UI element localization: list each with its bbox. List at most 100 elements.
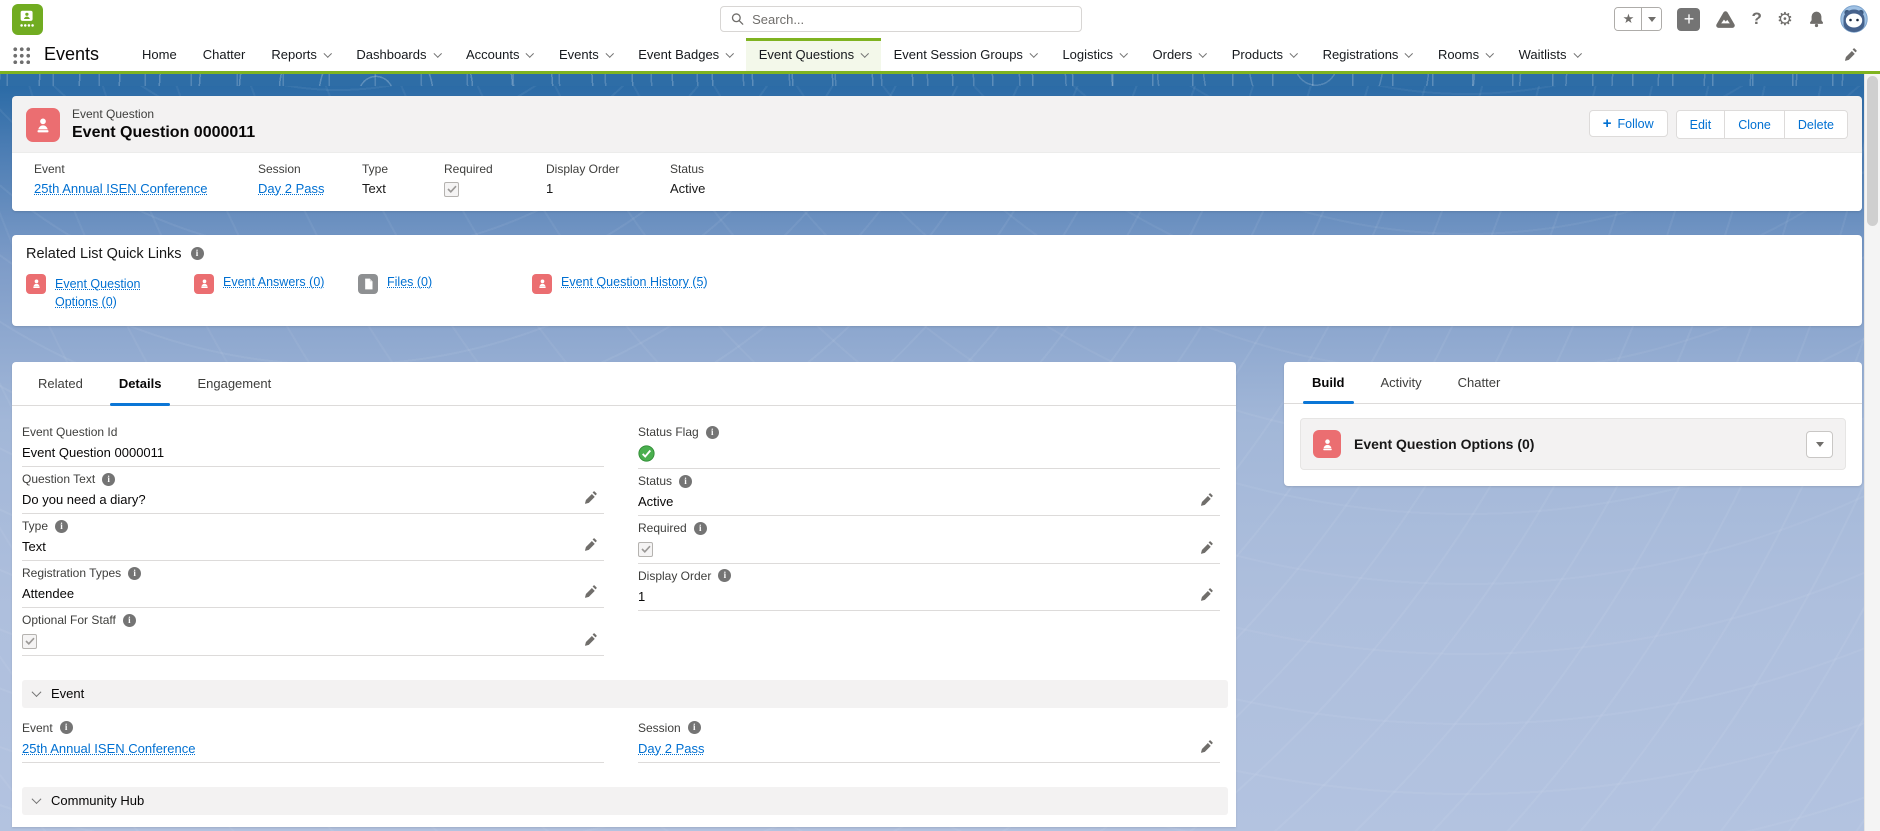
page-scrollbar[interactable]	[1864, 74, 1880, 831]
field-event: Event 25th Annual ISEN Conference	[22, 716, 604, 763]
info-icon[interactable]	[128, 567, 141, 580]
chevron-down-icon	[1573, 49, 1581, 57]
quick-link[interactable]: Event Question History (5)	[561, 275, 708, 289]
edit-pencil-icon[interactable]	[584, 632, 598, 646]
side-panel-tabs: Build Activity Chatter	[1284, 362, 1862, 404]
nav-tabs: Home Chatter Reports Dashboards Accounts…	[129, 38, 1593, 71]
info-icon[interactable]	[191, 247, 204, 260]
nav-tab-events[interactable]: Events	[546, 38, 625, 71]
app-nav-bar: Events Home Chatter Reports Dashboards A…	[0, 38, 1880, 74]
global-actions: ★ + ? ⚙	[1614, 5, 1868, 33]
notifications-bell-icon[interactable]	[1808, 10, 1825, 28]
search-input[interactable]	[752, 12, 1071, 27]
personalize-nav-pencil-icon[interactable]	[1844, 47, 1858, 61]
nav-tab-event-session-groups[interactable]: Event Session Groups	[881, 38, 1050, 71]
info-icon[interactable]	[688, 721, 701, 734]
info-icon[interactable]	[706, 426, 719, 439]
record-action-group: Edit Clone Delete	[1676, 110, 1848, 139]
nav-tab-event-questions[interactable]: Event Questions	[746, 38, 881, 71]
info-icon[interactable]	[718, 569, 731, 582]
chevron-down-icon	[1030, 49, 1038, 57]
guidance-center-icon[interactable]	[1715, 10, 1736, 29]
nav-tab-orders[interactable]: Orders	[1140, 38, 1219, 71]
delete-button[interactable]: Delete	[1784, 111, 1847, 138]
quick-link[interactable]: Event Answers (0)	[223, 275, 324, 289]
nav-tab-rooms[interactable]: Rooms	[1425, 38, 1506, 71]
session-link[interactable]: Day 2 Pass	[258, 181, 324, 196]
scrollbar-thumb[interactable]	[1867, 76, 1878, 226]
related-list-dropdown-button[interactable]	[1806, 431, 1833, 458]
edit-button[interactable]: Edit	[1677, 111, 1725, 138]
info-icon[interactable]	[60, 721, 73, 734]
quick-link[interactable]: Files (0)	[387, 275, 432, 289]
field-registration-types: Registration Types Attendee	[22, 561, 604, 608]
nav-tab-products[interactable]: Products	[1219, 38, 1310, 71]
status-flag-green-check-icon	[638, 445, 1186, 462]
field-type: Type Text	[22, 514, 604, 561]
quick-link[interactable]: Event Question Options (0)	[55, 275, 151, 313]
tab-engagement[interactable]: Engagement	[179, 362, 289, 405]
highlight-field-display-order: Display Order 1	[546, 162, 670, 197]
session-link[interactable]: Day 2 Pass	[638, 741, 704, 756]
favorites-chevron-icon[interactable]	[1641, 8, 1661, 30]
quick-link-event-answers: Event Answers (0)	[194, 275, 347, 313]
info-icon[interactable]	[679, 475, 692, 488]
event-question-record-icon	[26, 108, 60, 142]
related-list-title: Event Question Options (0)	[1354, 436, 1534, 452]
setup-gear-icon[interactable]: ⚙	[1777, 10, 1793, 28]
nav-tab-waitlists[interactable]: Waitlists	[1506, 38, 1593, 71]
nav-tab-event-badges[interactable]: Event Badges	[625, 38, 745, 71]
info-icon[interactable]	[694, 522, 707, 535]
nav-tab-accounts[interactable]: Accounts	[453, 38, 546, 71]
nav-tab-registrations[interactable]: Registrations	[1310, 38, 1425, 71]
app-name: Events	[44, 44, 99, 65]
quick-links-title: Related List Quick Links	[26, 246, 182, 262]
section-community-hub[interactable]: Community Hub	[22, 787, 1228, 815]
edit-pencil-icon[interactable]	[1200, 492, 1214, 506]
field-question-text: Question Text Do you need a diary?	[22, 467, 604, 514]
event-question-options-icon	[26, 274, 46, 294]
user-avatar[interactable]	[1840, 5, 1868, 33]
event-link[interactable]: 25th Annual ISEN Conference	[22, 741, 195, 756]
follow-button[interactable]: + Follow	[1589, 110, 1668, 137]
edit-pencil-icon[interactable]	[1200, 540, 1214, 554]
chevron-down-icon	[433, 49, 441, 57]
edit-pencil-icon[interactable]	[584, 490, 598, 504]
edit-pencil-icon[interactable]	[584, 584, 598, 598]
tab-details[interactable]: Details	[101, 362, 180, 405]
section-event[interactable]: Event	[22, 680, 1228, 708]
app-logo-icon[interactable]	[12, 4, 43, 35]
edit-pencil-icon[interactable]	[584, 537, 598, 551]
quick-link-event-question-options: Event Question Options (0)	[26, 275, 194, 313]
related-list-event-question-options[interactable]: Event Question Options (0)	[1300, 418, 1846, 470]
nav-tab-dashboards[interactable]: Dashboards	[343, 38, 453, 71]
app-launcher-waffle-icon[interactable]	[12, 46, 30, 64]
help-icon[interactable]: ?	[1751, 9, 1761, 29]
info-icon[interactable]	[123, 614, 136, 627]
field-status: Status Active	[638, 469, 1220, 516]
event-link[interactable]: 25th Annual ISEN Conference	[34, 181, 207, 196]
chevron-down-icon	[526, 49, 534, 57]
info-icon[interactable]	[102, 473, 115, 486]
tab-related[interactable]: Related	[20, 362, 101, 405]
field-event-question-id: Event Question Id Event Question 0000011	[22, 420, 604, 467]
clone-button[interactable]: Clone	[1724, 111, 1784, 138]
edit-pencil-icon[interactable]	[1200, 739, 1214, 753]
tab-build[interactable]: Build	[1294, 362, 1363, 403]
nav-tab-chatter[interactable]: Chatter	[190, 38, 259, 71]
info-icon[interactable]	[55, 520, 68, 533]
nav-tab-logistics[interactable]: Logistics	[1049, 38, 1139, 71]
nav-tab-reports[interactable]: Reports	[258, 38, 343, 71]
tab-chatter[interactable]: Chatter	[1440, 362, 1519, 403]
highlight-field-session: Session Day 2 Pass	[258, 162, 362, 197]
record-highlights-panel: Event Question Event Question 0000011 + …	[12, 96, 1862, 211]
chevron-down-icon	[324, 49, 332, 57]
nav-tab-home[interactable]: Home	[129, 38, 190, 71]
global-actions-plus-icon[interactable]: +	[1677, 8, 1700, 31]
favorites-star-icon[interactable]: ★	[1615, 8, 1641, 30]
page-background: Event Question Event Question 0000011 + …	[0, 86, 1880, 831]
edit-pencil-icon[interactable]	[1200, 587, 1214, 601]
tab-activity[interactable]: Activity	[1363, 362, 1440, 403]
quick-link-event-question-history: Event Question History (5)	[532, 275, 708, 313]
required-checkbox	[638, 542, 653, 557]
